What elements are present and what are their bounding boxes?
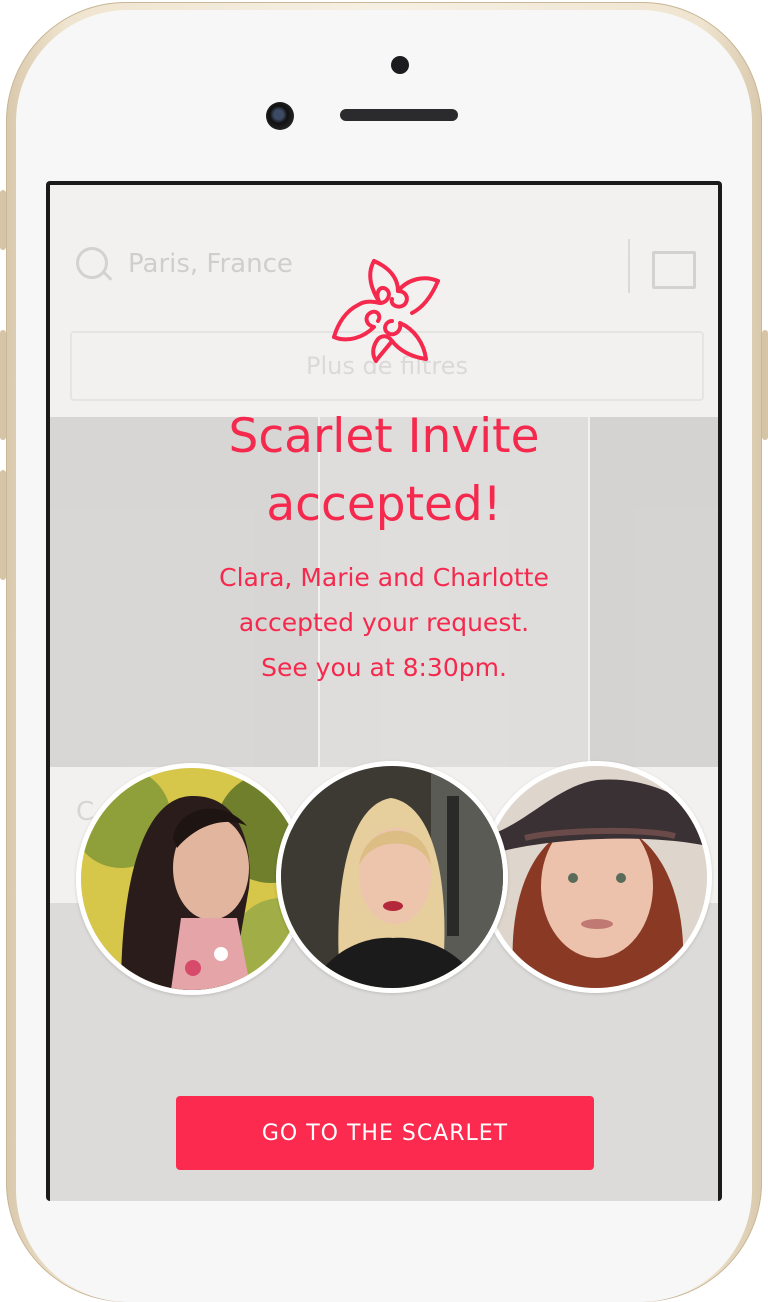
- mute-switch: [0, 190, 6, 250]
- message-line: accepted your request.: [238, 608, 530, 637]
- modal-message: Clara, Marie and Charlotte accepted your…: [110, 555, 658, 690]
- avatar-marie: [276, 761, 508, 993]
- modal-title-line: Scarlet Invite: [228, 409, 540, 464]
- avatar-charlotte: [480, 761, 712, 993]
- screen-content: Paris, France Plus de filtres C Scarlet …: [50, 185, 718, 1201]
- go-to-scarlet-button[interactable]: GO TO THE SCARLET: [176, 1096, 594, 1170]
- avatar-clara: [76, 763, 308, 995]
- proximity-sensor-icon: [391, 56, 409, 74]
- map-icon: [652, 251, 696, 289]
- search-location-text: Paris, France: [128, 249, 293, 279]
- search-icon: [76, 247, 108, 279]
- power-button: [762, 330, 768, 440]
- front-camera-icon: [266, 102, 294, 130]
- message-line: Clara, Marie and Charlotte: [219, 563, 549, 592]
- message-line: See you at 8:30pm.: [261, 653, 507, 682]
- phone-screen: Paris, France Plus de filtres C Scarlet …: [46, 181, 722, 1201]
- volume-down-button: [0, 470, 6, 580]
- earpiece-speaker-icon: [340, 109, 458, 121]
- volume-up-button: [0, 330, 6, 440]
- modal-title: Scarlet Invite accepted!: [50, 403, 718, 539]
- modal-title-line: accepted!: [266, 477, 502, 532]
- header-divider: [628, 239, 630, 293]
- accepted-avatars: [50, 759, 718, 1005]
- scarlet-flower-logo-icon: [332, 259, 440, 363]
